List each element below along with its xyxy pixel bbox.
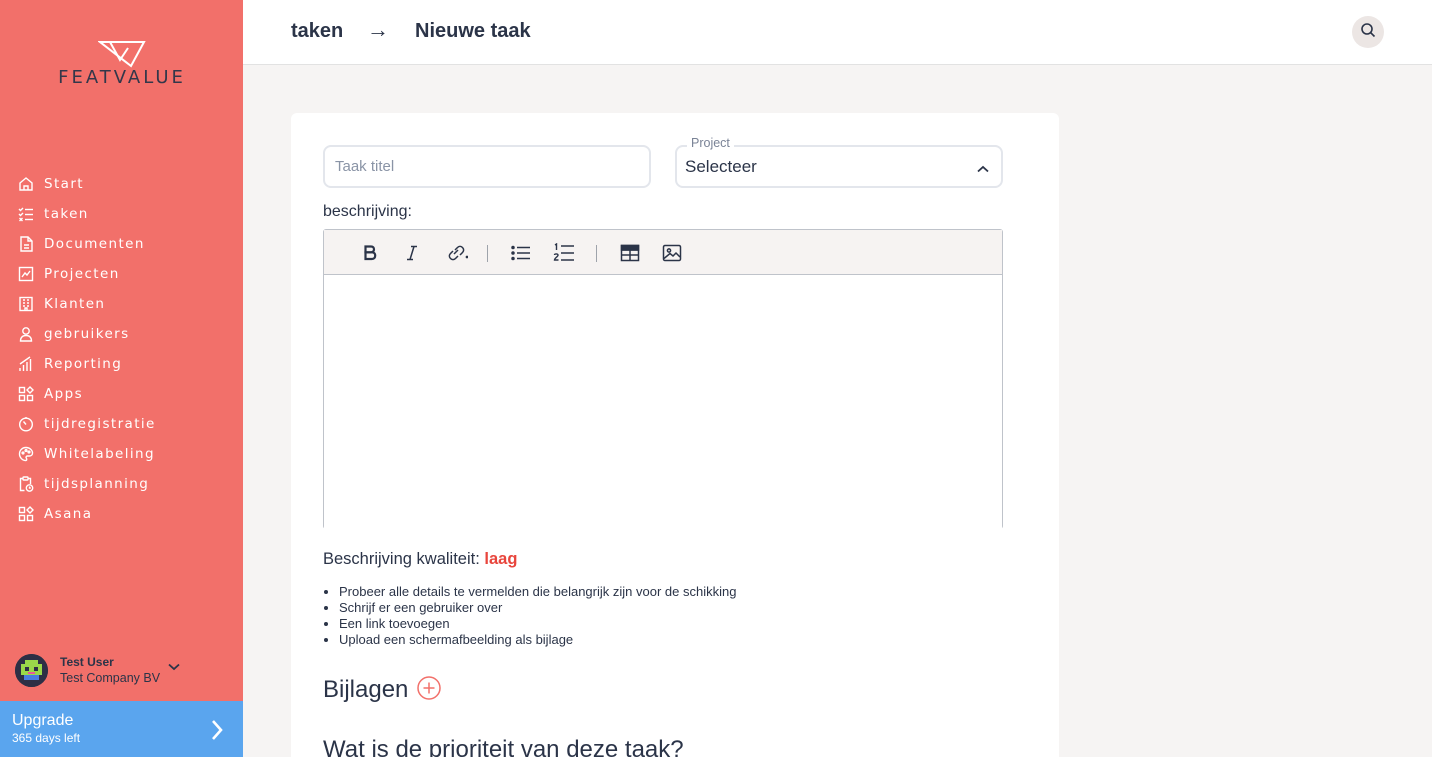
palette-icon bbox=[17, 445, 35, 463]
timer-icon bbox=[17, 415, 35, 433]
sidebar-item-klanten[interactable]: Klanten bbox=[0, 289, 243, 319]
sidebar: FEATVALUE Start taken Documenten Project… bbox=[0, 0, 243, 757]
logo-text: FEATVALUE bbox=[58, 67, 186, 88]
bar-chart-icon bbox=[17, 355, 35, 373]
upgrade-button[interactable]: Upgrade 365 days left bbox=[0, 701, 243, 757]
quality-label: Beschrijving kwaliteit: bbox=[323, 550, 480, 568]
breadcrumb-taken[interactable]: taken bbox=[291, 20, 343, 43]
bold-icon[interactable] bbox=[358, 241, 382, 265]
sidebar-nav: Start taken Documenten Projecten Klanten bbox=[0, 169, 243, 529]
sidebar-item-whitelabeling[interactable]: Whitelabeling bbox=[0, 439, 243, 469]
sidebar-item-label: Klanten bbox=[44, 296, 106, 312]
upgrade-title: Upgrade bbox=[12, 712, 74, 729]
list-item: Probeer alle details te vermelden die be… bbox=[339, 584, 736, 600]
editor-toolbar bbox=[324, 230, 1002, 275]
add-attachment-icon[interactable] bbox=[416, 675, 442, 706]
table-icon[interactable] bbox=[618, 241, 642, 265]
list-item: Schrijf er een gebruiker over bbox=[339, 600, 736, 616]
new-task-form: Project Selecteer beschrijving: bbox=[291, 113, 1059, 757]
numbered-list-icon[interactable] bbox=[552, 241, 576, 265]
description-label: beschrijving: bbox=[323, 203, 412, 220]
checklist-icon bbox=[17, 205, 35, 223]
apps-icon bbox=[17, 505, 35, 523]
italic-icon[interactable] bbox=[400, 241, 424, 265]
list-item: Een link toevoegen bbox=[339, 616, 736, 632]
clipboard-clock-icon bbox=[17, 475, 35, 493]
chevron-up-icon bbox=[977, 160, 989, 178]
chevron-right-icon bbox=[210, 719, 224, 746]
sidebar-item-label: tijdregistratie bbox=[44, 416, 156, 432]
task-title-input[interactable] bbox=[323, 145, 651, 188]
page-title: Nieuwe taak bbox=[415, 20, 531, 42]
sidebar-item-label: tijdsplanning bbox=[44, 476, 150, 492]
toolbar-divider bbox=[487, 245, 488, 262]
sidebar-item-label: taken bbox=[44, 206, 89, 222]
chevron-down-icon[interactable] bbox=[168, 658, 180, 676]
sidebar-item-label: Start bbox=[44, 176, 84, 192]
document-icon bbox=[17, 235, 35, 253]
sidebar-item-reporting[interactable]: Reporting bbox=[0, 349, 243, 379]
image-icon[interactable] bbox=[660, 241, 684, 265]
sidebar-item-apps[interactable]: Apps bbox=[0, 379, 243, 409]
description-quality: Beschrijving kwaliteit: laag bbox=[323, 550, 517, 569]
link-icon[interactable] bbox=[445, 241, 469, 265]
sidebar-item-tijdregistratie[interactable]: tijdregistratie bbox=[0, 409, 243, 439]
sidebar-item-projecten[interactable]: Projecten bbox=[0, 259, 243, 289]
editor-content-area[interactable] bbox=[324, 275, 1002, 529]
list-item: Upload een schermafbeelding als bijlage bbox=[339, 632, 736, 648]
sidebar-item-tijdsplanning[interactable]: tijdsplanning bbox=[0, 469, 243, 499]
user-company: Test Company BV bbox=[60, 671, 161, 685]
logo-mark-icon bbox=[98, 41, 146, 68]
user-name: Test User bbox=[60, 655, 114, 669]
sidebar-item-label: Whitelabeling bbox=[44, 446, 155, 462]
top-bar: taken → Nieuwe taak bbox=[243, 0, 1432, 65]
user-icon bbox=[17, 325, 35, 343]
avatar bbox=[15, 653, 48, 687]
project-selected-value: Selecteer bbox=[685, 157, 757, 176]
sidebar-item-label: Reporting bbox=[44, 356, 123, 372]
attachments-title: Bijlagen bbox=[323, 675, 409, 703]
sidebar-item-asana[interactable]: Asana bbox=[0, 499, 243, 529]
apps-icon bbox=[17, 385, 35, 403]
sidebar-item-label: Asana bbox=[44, 506, 93, 522]
bullet-list-icon[interactable] bbox=[509, 241, 533, 265]
sidebar-item-label: Apps bbox=[44, 386, 84, 402]
chart-icon bbox=[17, 265, 35, 283]
toolbar-divider bbox=[596, 245, 597, 262]
sidebar-item-gebruikers[interactable]: gebruikers bbox=[0, 319, 243, 349]
quality-value: laag bbox=[484, 550, 518, 568]
quality-tips-list: Probeer alle details te vermelden die be… bbox=[339, 584, 736, 648]
user-menu[interactable]: Test User Test Company BV bbox=[15, 652, 225, 688]
priority-title: Wat is de prioriteit van deze taak? bbox=[323, 736, 684, 757]
home-icon bbox=[17, 175, 35, 193]
attachments-section: Bijlagen bbox=[323, 673, 442, 706]
sidebar-item-label: gebruikers bbox=[44, 326, 130, 342]
sidebar-item-label: Projecten bbox=[44, 266, 120, 282]
sidebar-item-taken[interactable]: taken bbox=[0, 199, 243, 229]
project-label: Project bbox=[687, 136, 734, 150]
sidebar-item-documenten[interactable]: Documenten bbox=[0, 229, 243, 259]
search-button[interactable] bbox=[1352, 16, 1384, 48]
building-icon bbox=[17, 295, 35, 313]
breadcrumb-arrow: → bbox=[367, 17, 389, 42]
search-icon bbox=[1360, 22, 1376, 43]
project-select[interactable]: Project Selecteer bbox=[675, 136, 1003, 188]
sidebar-item-start[interactable]: Start bbox=[0, 169, 243, 199]
sidebar-item-label: Documenten bbox=[44, 236, 145, 252]
featvalue-logo[interactable]: FEATVALUE bbox=[36, 40, 208, 90]
description-editor bbox=[323, 229, 1003, 529]
upgrade-days-left: 365 days left bbox=[12, 731, 81, 745]
